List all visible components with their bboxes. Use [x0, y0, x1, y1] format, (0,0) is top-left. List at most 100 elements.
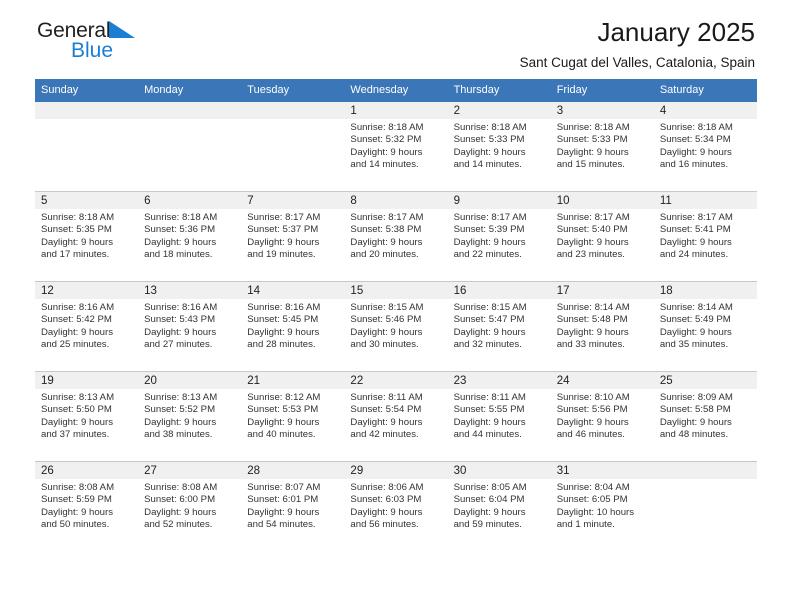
sunset-text: Sunset: 5:37 PM — [247, 224, 319, 236]
calendar-body: 1 Sunrise: 8:18 AM Sunset: 5:32 PM Daylight… — [35, 102, 757, 551]
calendar-day-cell[interactable]: 9 Sunrise: 8:17 AM Sunset: 5:39 PM Daylight… — [447, 191, 551, 282]
sunset-text: Sunset: 5:39 PM — [453, 224, 525, 236]
day-number: 24 — [550, 372, 654, 389]
sunrise-text: Sunrise: 8:16 AM — [247, 302, 321, 313]
sunset-text: Sunset: 5:49 PM — [659, 314, 731, 326]
day-details: Sunrise: 8:06 AM Sunset: 6:03 PM Daylight:… — [344, 479, 447, 532]
day-details: Sunrise: 8:08 AM Sunset: 6:00 PM Daylight:… — [138, 479, 241, 532]
calendar-day-cell[interactable]: 30 Sunrise: 8:05 AM Sunset: 6:04 PM Dayligh… — [447, 461, 551, 551]
daylight-text-line2: and 30 minutes. — [350, 339, 419, 351]
sunrise-text: Sunrise: 8:16 AM — [144, 302, 218, 313]
calendar-day-cell[interactable] — [653, 461, 757, 551]
calendar-day-cell[interactable]: 16 Sunrise: 8:15 AM Sunset: 5:47 PM Dayligh… — [447, 281, 551, 372]
daylight-text-line2: and 18 minutes. — [144, 249, 213, 261]
calendar-day-cell[interactable]: 31 Sunrise: 8:04 AM Sunset: 6:05 PM Dayligh… — [550, 461, 654, 551]
day-details: Sunrise: 8:11 AM Sunset: 5:54 PM Daylight:… — [344, 389, 447, 442]
calendar-day-cell[interactable]: 3 Sunrise: 8:18 AM Sunset: 5:33 PM Daylight… — [550, 102, 654, 192]
sunset-text: Sunset: 6:05 PM — [556, 494, 628, 506]
daylight-text-line2: and 20 minutes. — [350, 249, 419, 261]
sunset-text: Sunset: 5:33 PM — [556, 134, 628, 146]
calendar-day-cell[interactable]: 17 Sunrise: 8:14 AM Sunset: 5:48 PM Dayligh… — [550, 281, 654, 372]
weekday-header-saturday: Saturday — [653, 79, 757, 102]
calendar-day-cell[interactable]: 10 Sunrise: 8:17 AM Sunset: 5:40 PM Dayligh… — [550, 191, 654, 282]
calendar-day-cell[interactable]: 1 Sunrise: 8:18 AM Sunset: 5:32 PM Daylight… — [344, 102, 448, 192]
calendar-day-cell[interactable]: 26 Sunrise: 8:08 AM Sunset: 5:59 PM Dayligh… — [35, 461, 139, 551]
sunset-text: Sunset: 5:56 PM — [556, 404, 628, 416]
day-number: 26 — [35, 462, 139, 479]
calendar-day-cell[interactable]: 15 Sunrise: 8:15 AM Sunset: 5:46 PM Dayligh… — [344, 281, 448, 372]
daylight-text-line2: and 25 minutes. — [41, 339, 110, 351]
calendar-day-cell[interactable]: 21 Sunrise: 8:12 AM Sunset: 5:53 PM Dayligh… — [241, 371, 345, 462]
calendar-day-cell[interactable]: 7 Sunrise: 8:17 AM Sunset: 5:37 PM Daylight… — [241, 191, 345, 282]
daylight-text-line2: and 38 minutes. — [144, 429, 213, 441]
day-details: Sunrise: 8:18 AM Sunset: 5:32 PM Daylight:… — [344, 119, 447, 172]
sunset-text: Sunset: 5:38 PM — [350, 224, 422, 236]
daylight-text-line1: Daylight: 9 hours — [556, 236, 629, 248]
calendar-day-cell[interactable]: 28 Sunrise: 8:07 AM Sunset: 6:01 PM Dayligh… — [241, 461, 345, 551]
logo-text-general: General — [37, 19, 111, 42]
sunset-text: Sunset: 5:42 PM — [41, 314, 112, 326]
calendar-day-cell[interactable]: 13 Sunrise: 8:16 AM Sunset: 5:43 PM Dayligh… — [138, 281, 242, 372]
sunset-text: Sunset: 5:33 PM — [453, 134, 525, 146]
day-cell: 31 Sunrise: 8:04 AM Sunset: 6:05 PM Dayligh… — [550, 462, 654, 551]
calendar-grid: Sunday Monday Tuesday Wednesday Thursday… — [35, 79, 757, 551]
calendar-day-cell[interactable]: 4 Sunrise: 8:18 AM Sunset: 5:34 PM Daylight… — [653, 102, 757, 192]
daylight-text-line2: and 48 minutes. — [659, 429, 729, 441]
daylight-text-line1: Daylight: 9 hours — [41, 416, 113, 428]
day-number: 6 — [138, 192, 242, 209]
day-details: Sunrise: 8:18 AM Sunset: 5:33 PM Daylight:… — [448, 119, 551, 172]
day-cell: 2 Sunrise: 8:18 AM Sunset: 5:33 PM Daylight… — [447, 102, 551, 191]
sunset-text: Sunset: 5:55 PM — [453, 404, 525, 416]
sunrise-text: Sunrise: 8:09 AM — [659, 392, 733, 403]
calendar-week-row: 12 Sunrise: 8:16 AM Sunset: 5:42 PM Dayligh… — [35, 281, 757, 372]
calendar-day-cell[interactable] — [138, 102, 242, 192]
calendar-day-cell[interactable]: 24 Sunrise: 8:10 AM Sunset: 5:56 PM Dayligh… — [550, 371, 654, 462]
calendar-day-cell[interactable]: 2 Sunrise: 8:18 AM Sunset: 5:33 PM Daylight… — [447, 102, 551, 192]
weekday-header-friday: Friday — [550, 79, 654, 102]
day-number: 14 — [241, 282, 345, 299]
daylight-text-line1: Daylight: 9 hours — [41, 326, 113, 338]
calendar-week-row: 19 Sunrise: 8:13 AM Sunset: 5:50 PM Dayligh… — [35, 371, 757, 462]
day-details: Sunrise: 8:10 AM Sunset: 5:56 PM Daylight:… — [551, 389, 654, 442]
daylight-text-line1: Daylight: 9 hours — [453, 236, 526, 248]
calendar-day-cell[interactable] — [35, 102, 139, 192]
sunrise-text: Sunrise: 8:12 AM — [247, 392, 321, 403]
daylight-text-line2: and 33 minutes. — [556, 339, 625, 351]
day-cell: 19 Sunrise: 8:13 AM Sunset: 5:50 PM Dayligh… — [35, 372, 139, 461]
daylight-text-line1: Daylight: 9 hours — [453, 506, 526, 518]
calendar-day-cell[interactable]: 8 Sunrise: 8:17 AM Sunset: 5:38 PM Daylight… — [344, 191, 448, 282]
daylight-text-line2: and 16 minutes. — [659, 159, 729, 171]
calendar-day-cell[interactable]: 12 Sunrise: 8:16 AM Sunset: 5:42 PM Dayligh… — [35, 281, 139, 372]
daylight-text-line2: and 1 minute. — [556, 519, 615, 531]
day-details: Sunrise: 8:13 AM Sunset: 5:50 PM Daylight:… — [35, 389, 138, 442]
calendar-day-cell[interactable]: 23 Sunrise: 8:11 AM Sunset: 5:55 PM Dayligh… — [447, 371, 551, 462]
daylight-text-line2: and 46 minutes. — [556, 429, 625, 441]
daylight-text-line1: Daylight: 9 hours — [556, 326, 629, 338]
day-cell: 4 Sunrise: 8:18 AM Sunset: 5:34 PM Daylight… — [653, 102, 757, 191]
calendar-week-row: 5 Sunrise: 8:18 AM Sunset: 5:35 PM Daylight… — [35, 191, 757, 282]
day-details: Sunrise: 8:18 AM Sunset: 5:33 PM Daylight:… — [551, 119, 654, 172]
calendar-day-cell[interactable]: 20 Sunrise: 8:13 AM Sunset: 5:52 PM Dayligh… — [138, 371, 242, 462]
calendar-day-cell[interactable]: 11 Sunrise: 8:17 AM Sunset: 5:41 PM Dayligh… — [653, 191, 757, 282]
calendar-day-cell[interactable]: 5 Sunrise: 8:18 AM Sunset: 5:35 PM Daylight… — [35, 191, 139, 282]
sunset-text: Sunset: 5:32 PM — [350, 134, 422, 146]
daylight-text-line1: Daylight: 9 hours — [247, 236, 320, 248]
calendar-day-cell[interactable] — [241, 102, 345, 192]
calendar-day-cell[interactable]: 27 Sunrise: 8:08 AM Sunset: 6:00 PM Dayligh… — [138, 461, 242, 551]
calendar-day-cell[interactable]: 18 Sunrise: 8:14 AM Sunset: 5:49 PM Dayligh… — [653, 281, 757, 372]
calendar-day-cell[interactable]: 25 Sunrise: 8:09 AM Sunset: 5:58 PM Dayligh… — [653, 371, 757, 462]
day-number: 28 — [241, 462, 345, 479]
calendar-day-cell[interactable]: 14 Sunrise: 8:16 AM Sunset: 5:45 PM Dayligh… — [241, 281, 345, 372]
calendar-day-cell[interactable]: 22 Sunrise: 8:11 AM Sunset: 5:54 PM Dayligh… — [344, 371, 448, 462]
calendar-day-cell[interactable]: 6 Sunrise: 8:18 AM Sunset: 5:36 PM Daylight… — [138, 191, 242, 282]
daylight-text-line2: and 59 minutes. — [453, 519, 522, 531]
general-blue-logo[interactable]: General Blue — [37, 20, 207, 68]
sunrise-text: Sunrise: 8:16 AM — [41, 302, 115, 313]
day-cell: 28 Sunrise: 8:07 AM Sunset: 6:01 PM Dayligh… — [241, 462, 345, 551]
calendar-week-row: 26 Sunrise: 8:08 AM Sunset: 5:59 PM Dayligh… — [35, 461, 757, 551]
calendar-day-cell[interactable]: 19 Sunrise: 8:13 AM Sunset: 5:50 PM Dayligh… — [35, 371, 139, 462]
daylight-text-line1: Daylight: 9 hours — [453, 416, 526, 428]
calendar-day-cell[interactable]: 29 Sunrise: 8:06 AM Sunset: 6:03 PM Dayligh… — [344, 461, 448, 551]
daylight-text-line2: and 32 minutes. — [453, 339, 522, 351]
day-number: 19 — [35, 372, 139, 389]
